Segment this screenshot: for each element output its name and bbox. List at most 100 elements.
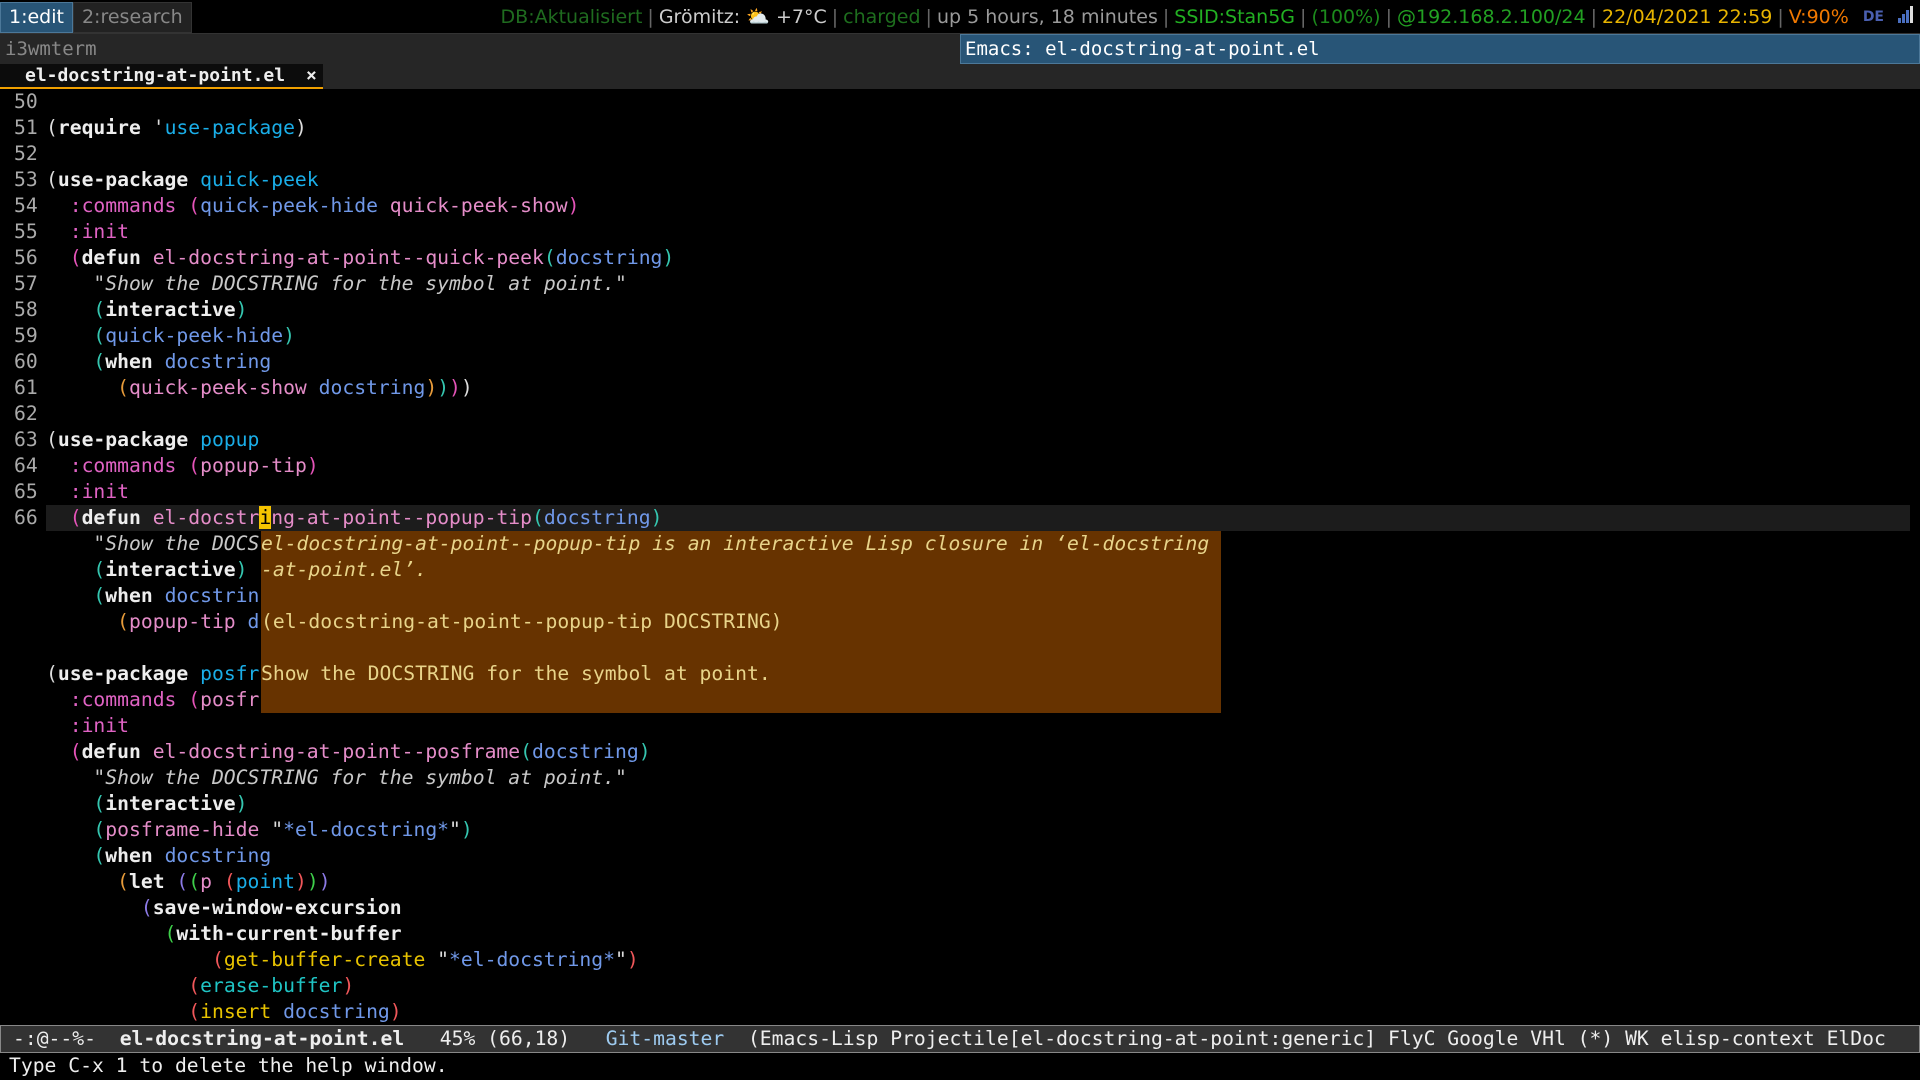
line-number: 54 <box>14 194 38 217</box>
token: ( <box>46 168 58 191</box>
code-line[interactable]: 65 :init <box>0 479 1920 505</box>
code-line[interactable]: (let ((p (point))) <box>0 869 1920 895</box>
code-line[interactable]: 62 <box>0 401 1920 427</box>
workspace-2-research[interactable]: 2:research <box>72 1 192 33</box>
line-number: 62 <box>14 402 38 425</box>
token: ( <box>188 454 201 477</box>
token: require <box>57 116 141 139</box>
line-number: 59 <box>14 324 38 347</box>
code-text: :commands (quick-peek-hide quick-peek-sh… <box>46 193 1910 219</box>
popup-line <box>261 635 1221 661</box>
token: ( <box>93 350 106 373</box>
token: with-current-buffer <box>176 922 402 945</box>
code-line[interactable]: (interactive) <box>0 791 1920 817</box>
code-text: (get-buffer-create "*el-docstring*") <box>46 947 1910 973</box>
code-line[interactable]: (insert docstring) <box>0 999 1920 1025</box>
token: ( <box>520 740 533 763</box>
code-text: (interactive) <box>46 297 1910 323</box>
line-number: 64 <box>14 454 38 477</box>
keyboard-layout[interactable]: DE <box>1863 9 1884 25</box>
code-line[interactable]: 57 "Show the DOCSTRING for the symbol at… <box>0 271 1920 297</box>
token: defun <box>81 740 141 763</box>
minor-modes[interactable]: (Emacs-Lisp Projectile[el-docstring-at-p… <box>748 1027 1886 1050</box>
token: ) <box>283 324 295 347</box>
code-text: (use-package popup <box>46 427 1910 453</box>
token: use-package <box>164 116 295 139</box>
code-line[interactable]: 53 (use-package quick-peek <box>0 167 1920 193</box>
code-line[interactable]: 64 :commands (popup-tip) <box>0 453 1920 479</box>
code-line[interactable]: 63 (use-package popup <box>0 427 1920 453</box>
token: ( <box>140 896 153 919</box>
code-line[interactable]: (get-buffer-create "*el-docstring*") <box>0 947 1920 973</box>
token: get-buffer-create <box>223 948 426 971</box>
token: d <box>247 610 260 633</box>
status-item: @192.168.2.100/24 <box>1397 6 1586 28</box>
buffer-name[interactable]: el-docstring-at-point.el <box>120 1027 404 1050</box>
wifi-signal-icon <box>1898 5 1914 28</box>
code-line[interactable]: "Show the DOCSTRING for the symbol at po… <box>0 765 1920 791</box>
status-text: DB:Aktualisiert <box>500 5 643 28</box>
code-line[interactable]: (defun el-docstring-at-point--posframe(d… <box>0 739 1920 765</box>
token: when <box>105 350 153 373</box>
window-title-emacs[interactable]: Emacs: el-docstring-at-point.el <box>960 34 1920 64</box>
code-line[interactable]: 58 (interactive) <box>0 297 1920 323</box>
code-text: (require 'use-package) <box>46 115 1910 141</box>
status-item: V:90% <box>1789 6 1849 28</box>
vc-branch[interactable]: Git-master <box>606 1027 725 1050</box>
line-number: 63 <box>14 428 38 451</box>
window-title-terminal[interactable]: i3wmterm <box>5 38 97 60</box>
code-line[interactable]: 51 (require 'use-package) <box>0 115 1920 141</box>
line-number: 52 <box>14 142 38 165</box>
code-line[interactable]: 56 (defun el-docstring-at-point--quick-p… <box>0 245 1920 271</box>
token: p <box>200 870 212 893</box>
token: ( <box>93 818 106 841</box>
code-line[interactable]: :init <box>0 713 1920 739</box>
code-text: (defun el-docstring-at-point--quick-peek… <box>46 245 1910 271</box>
status-item: SSID:Stan5G <box>1174 6 1295 28</box>
code-text: "Show the DOCSTRING for the symbol at po… <box>46 765 1910 791</box>
code-line[interactable]: 54 :commands (quick-peek-hide quick-peek… <box>0 193 1920 219</box>
code-line[interactable]: 59 (quick-peek-hide) <box>0 323 1920 349</box>
code-line[interactable]: (with-current-buffer <box>0 921 1920 947</box>
token: point <box>235 870 295 893</box>
workspace-1-edit[interactable]: 1:edit <box>0 1 73 33</box>
token: quick-peek-show <box>128 376 307 399</box>
token: ( <box>211 948 224 971</box>
code-text: :commands (popup-tip) <box>46 453 1910 479</box>
token: ) <box>662 246 675 269</box>
code-line[interactable]: (erase-buffer) <box>0 973 1920 999</box>
token: docstring <box>543 506 651 529</box>
token: :commands <box>69 688 177 711</box>
code-line[interactable]: (posframe-hide "*el-docstring*") <box>0 817 1920 843</box>
code-line[interactable]: (save-window-excursion <box>0 895 1920 921</box>
close-icon[interactable]: × <box>306 65 317 86</box>
current-line[interactable]: 66 (defun el-docstring-at-point--popup-t… <box>0 505 1920 531</box>
code-line[interactable]: 61 (quick-peek-show docstring)))) <box>0 375 1920 401</box>
line-number: 61 <box>14 376 38 399</box>
line-number: 50 <box>14 90 38 113</box>
token: ( <box>188 194 201 217</box>
status-text: charged <box>843 5 921 28</box>
code-line[interactable]: 50 <box>0 89 1920 115</box>
code-line[interactable]: 60 (when docstring <box>0 349 1920 375</box>
separator: | <box>1777 5 1784 28</box>
token: ) <box>425 376 438 399</box>
code-line[interactable]: 52 <box>0 141 1920 167</box>
code-text: (when docstring <box>46 349 1910 375</box>
popup-line <box>261 687 1221 713</box>
token: ) <box>650 506 663 529</box>
code-line[interactable]: (when docstring <box>0 843 1920 869</box>
tab-el-docstring-at-point[interactable]: el-docstring-at-point.el × <box>0 64 323 89</box>
line-number: 65 <box>14 480 38 503</box>
status-items: DB:Aktualisiert | Grömitz: ⛅ +7°C | charged |… <box>501 5 1920 28</box>
code-line[interactable]: 55 :init <box>0 219 1920 245</box>
